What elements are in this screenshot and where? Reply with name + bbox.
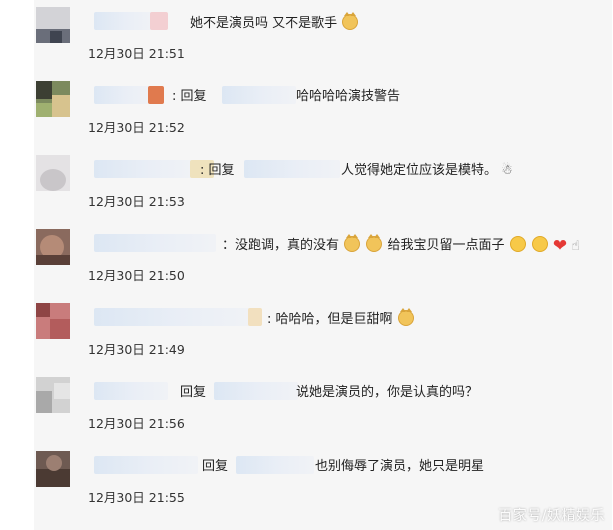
hand-icon: ☝ — [571, 238, 580, 254]
comment-item: ：没跑调，真的没有 给我宝贝留一点面子 ❤ ☝ 12月30日 21:50 — [34, 222, 612, 297]
comment-time[interactable]: 12月30日 21:51 — [88, 43, 185, 62]
comment-text-body: 说她是演员的，你是认真的吗？ — [296, 385, 479, 400]
comment-text: 回复 — [202, 459, 229, 474]
avatar[interactable] — [36, 451, 70, 487]
blurred-username[interactable] — [94, 382, 168, 400]
comment-text: 她不是演员吗 又不是歌手 — [190, 12, 359, 33]
comment-text-body: 也别侮辱了演员，她只是明星 — [315, 459, 485, 474]
smile-emoji-icon — [509, 236, 526, 252]
comment-time[interactable]: 12月30日 21:52 — [88, 117, 185, 136]
comment-item: : 哈哈哈，但是巨甜啊 12月30日 21:49 — [34, 296, 612, 371]
comment-text: ：没跑调，真的没有 给我宝贝留一点面子 ❤ ☝ — [222, 234, 580, 256]
blurred-mention[interactable] — [222, 86, 296, 104]
comment-item: : 回复 人觉得她定位应该是模特。 ☃ 12月30日 21:53 — [34, 148, 612, 223]
cat-emoji-icon — [342, 12, 359, 30]
blurred-username[interactable] — [94, 12, 154, 30]
heart-icon: ❤ — [552, 236, 568, 256]
avatar[interactable] — [36, 7, 70, 43]
avatar[interactable] — [36, 81, 70, 117]
blurred-username-tail — [150, 12, 168, 30]
avatar[interactable] — [36, 155, 70, 191]
comment-text: : 哈哈哈，但是巨甜啊 — [267, 308, 415, 329]
comment-time[interactable]: 12月30日 21:49 — [88, 339, 185, 358]
comment-text: 回复 — [180, 385, 207, 400]
blurred-username-tail — [248, 308, 262, 326]
cat-emoji-icon — [366, 234, 383, 252]
avatar[interactable] — [36, 229, 70, 265]
blurred-username-tail — [148, 86, 164, 104]
cat-emoji-icon — [397, 308, 414, 326]
comment-time[interactable]: 12月30日 21:50 — [88, 265, 185, 284]
comment-text: : 回复 — [172, 89, 207, 104]
comment-time[interactable]: 12月30日 21:56 — [88, 413, 185, 432]
blurred-username[interactable] — [94, 308, 254, 326]
blurred-mention[interactable] — [214, 382, 298, 400]
ghost-icon: ☃ — [501, 163, 513, 178]
comment-item: 回复 说她是演员的，你是认真的吗？ 12月30日 21:56 — [34, 370, 612, 445]
blurred-username[interactable] — [94, 234, 216, 252]
comment-item: 她不是演员吗 又不是歌手 12月30日 21:51 — [34, 0, 612, 75]
blurred-mention[interactable] — [244, 160, 340, 178]
comment-text-body: 人觉得她定位应该是模特。 ☃ — [341, 163, 513, 178]
blurred-mention[interactable] — [236, 456, 314, 474]
comment-text-body: 哈哈哈哈演技警告 — [296, 89, 401, 104]
cat-emoji-icon — [344, 234, 361, 252]
comment-text: : 回复 — [200, 163, 235, 178]
comment-time[interactable]: 12月30日 21:53 — [88, 191, 185, 210]
comment-time[interactable]: 12月30日 21:55 — [88, 487, 185, 506]
comment-item: : 回复 哈哈哈哈演技警告 12月30日 21:52 — [34, 74, 612, 149]
smile-emoji-icon — [531, 236, 548, 252]
avatar[interactable] — [36, 303, 70, 339]
watermark: 百家号/妖精娱乐 — [498, 508, 605, 524]
avatar[interactable] — [36, 377, 70, 413]
blurred-username[interactable] — [94, 160, 194, 178]
blurred-username[interactable] — [94, 456, 198, 474]
blurred-username[interactable] — [94, 86, 152, 104]
